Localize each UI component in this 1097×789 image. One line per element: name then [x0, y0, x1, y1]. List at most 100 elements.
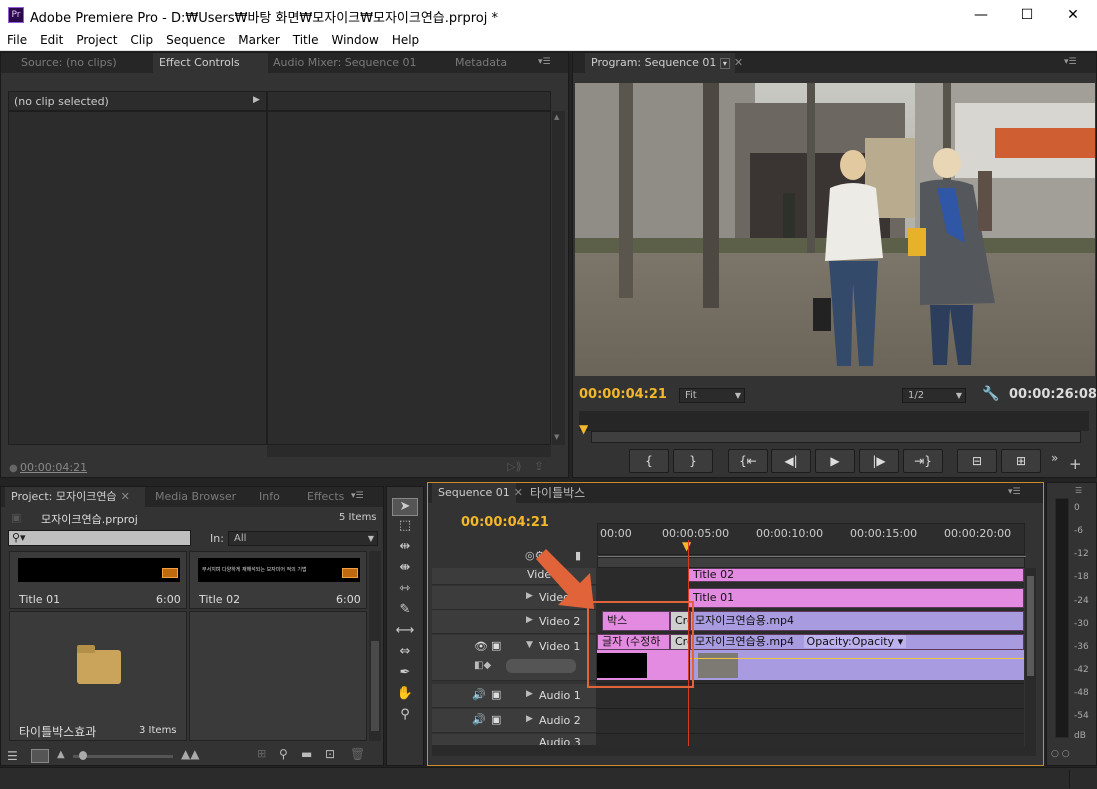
- speaker-icon[interactable]: 🔊: [472, 688, 486, 701]
- tab-program[interactable]: Program: Sequence 01 ▾ ✕: [585, 53, 743, 73]
- lift-button[interactable]: ⊟: [957, 449, 997, 473]
- tab-project[interactable]: Project: 모자이크연습 ✕: [5, 487, 145, 507]
- loop-audio-icon[interactable]: ▷⟫: [507, 460, 522, 473]
- new-bin-icon[interactable]: ▬: [301, 747, 312, 761]
- vertical-scrollbar[interactable]: ▲ ▼: [552, 111, 565, 445]
- timeline-ruler[interactable]: 00:00 00:00:05:00 00:00:10:00 00:00:15:0…: [597, 523, 1026, 557]
- play-button[interactable]: ▶: [815, 449, 855, 473]
- program-playhead-icon[interactable]: ▼: [579, 422, 588, 436]
- clip-title01[interactable]: Title 01: [688, 588, 1024, 608]
- tab-metadata[interactable]: Metadata: [449, 53, 513, 73]
- film-icon[interactable]: ▣: [491, 688, 501, 701]
- tab-effect-controls[interactable]: Effect Controls: [153, 53, 268, 73]
- display-style-icon[interactable]: ◧◆: [474, 660, 491, 671]
- more-controls-icon[interactable]: »: [1051, 451, 1058, 465]
- delete-icon[interactable]: 🗑: [350, 747, 365, 761]
- tab-sequence-01[interactable]: Sequence 01 ✕: [432, 483, 523, 503]
- automate-icon[interactable]: ⊞: [257, 747, 266, 760]
- timeline-timecode[interactable]: 00:00:04:21: [461, 515, 549, 530]
- track-video-1[interactable]: 👁 ▣ ▼ Video 1 ◧◆: [432, 635, 596, 681]
- program-time-ruler[interactable]: [579, 411, 1089, 431]
- horizontal-scrollbar[interactable]: [267, 445, 551, 457]
- timeline-vertical-scrollbar[interactable]: [1025, 568, 1036, 746]
- extract-button[interactable]: ⊞: [1001, 449, 1041, 473]
- export-icon[interactable]: ⇪: [534, 459, 544, 473]
- add-button-icon[interactable]: +: [1069, 455, 1082, 473]
- step-forward-button[interactable]: |▶: [859, 449, 899, 473]
- expand-arrow-icon[interactable]: ▶: [253, 95, 260, 105]
- slide-tool-icon[interactable]: ⇔: [392, 642, 418, 662]
- pen-tool-icon[interactable]: ✒: [392, 663, 418, 683]
- bin-item-title01[interactable]: Title 01 6:00: [9, 551, 187, 609]
- effect-timecode[interactable]: 00:00:04:21: [20, 461, 87, 474]
- slider-handle[interactable]: [79, 751, 87, 760]
- step-back-button[interactable]: ◀|: [771, 449, 811, 473]
- meter-menu-icon[interactable]: ☰: [1075, 486, 1082, 495]
- timeline-horizontal-scrollbar[interactable]: [432, 746, 1036, 756]
- rolling-edit-tool-icon[interactable]: ⇼: [392, 558, 418, 578]
- go-to-in-button[interactable]: {⇤: [728, 449, 768, 473]
- solo-buttons[interactable]: ○ ○: [1051, 749, 1070, 759]
- program-video-frame[interactable]: [575, 83, 1095, 376]
- in-filter-dropdown[interactable]: All ▼: [228, 531, 378, 546]
- program-current-timecode[interactable]: 00:00:04:21: [579, 387, 667, 402]
- menu-file[interactable]: File: [0, 30, 33, 51]
- track-audio-1[interactable]: 🔊 ▣ ▶ Audio 1: [432, 684, 596, 708]
- minimize-button[interactable]: —: [958, 0, 1004, 30]
- tab-audio-mixer[interactable]: Audio Mixer: Sequence 01: [267, 53, 423, 73]
- mark-in-button[interactable]: {: [629, 449, 669, 473]
- program-panel-menu-icon[interactable]: ▾☰: [1064, 57, 1077, 67]
- track-audio-2[interactable]: 🔊 ▣ ▶ Audio 2: [432, 709, 596, 733]
- menu-clip[interactable]: Clip: [123, 30, 159, 51]
- opacity-rubberband[interactable]: [690, 658, 1024, 659]
- ripple-edit-tool-icon[interactable]: ⇹: [392, 537, 418, 557]
- go-to-out-button[interactable]: ⇥}: [903, 449, 943, 473]
- menu-title[interactable]: Title: [286, 30, 325, 51]
- menu-sequence[interactable]: Sequence: [159, 30, 231, 51]
- project-scrollbar[interactable]: [369, 551, 381, 741]
- eye-icon[interactable]: 👁: [474, 640, 488, 653]
- menu-edit[interactable]: Edit: [33, 30, 69, 51]
- film-icon[interactable]: ▣: [491, 713, 501, 726]
- menu-help[interactable]: Help: [385, 30, 425, 51]
- program-zoom-bar[interactable]: [591, 431, 1081, 443]
- clip-mp4-v2[interactable]: 모자이크연습용.mp4: [690, 611, 1024, 631]
- bin-item-folder[interactable]: 타이틀박스효과 3 Items: [9, 611, 187, 741]
- rate-stretch-tool-icon[interactable]: ⇿: [392, 579, 418, 599]
- close-button[interactable]: ✕: [1050, 0, 1096, 30]
- new-item-icon[interactable]: ⊡: [325, 747, 335, 761]
- clip-mp4-v1[interactable]: 모자이크연습용.mp4 Opacity:Opacity ▾: [690, 634, 1024, 650]
- menu-marker[interactable]: Marker: [231, 30, 285, 51]
- slip-tool-icon[interactable]: ⟷: [392, 621, 418, 641]
- maximize-button[interactable]: ☐: [1004, 0, 1050, 30]
- opacity-dropdown[interactable]: Opacity:Opacity ▾: [803, 635, 907, 648]
- timeline-playhead-icon[interactable]: ▼: [682, 539, 691, 553]
- icon-view-icon[interactable]: [31, 749, 49, 763]
- wrench-icon[interactable]: 🔧: [982, 386, 999, 402]
- tab-source[interactable]: Source: (no clips): [15, 53, 123, 73]
- menu-project[interactable]: Project: [69, 30, 123, 51]
- panel-menu-icon[interactable]: ▾☰: [538, 57, 551, 67]
- speaker-icon[interactable]: 🔊: [472, 713, 486, 726]
- clip-title02[interactable]: Title 02: [688, 568, 1024, 582]
- razor-tool-icon[interactable]: ✎: [392, 600, 418, 620]
- track-audio-3[interactable]: Audio 3: [432, 734, 596, 746]
- film-icon[interactable]: ▣: [491, 639, 501, 652]
- thumbnail-size-slider[interactable]: [73, 755, 173, 758]
- fit-dropdown[interactable]: Fit ▼: [679, 388, 745, 403]
- timeline-zoom-bar[interactable]: [597, 557, 1025, 568]
- tab-media-browser[interactable]: Media Browser: [149, 487, 242, 507]
- tab-info[interactable]: Info: [253, 487, 286, 507]
- mark-out-button[interactable]: }: [673, 449, 713, 473]
- clip-selector[interactable]: (no clip selected) ▶: [8, 91, 267, 111]
- tab-title-box[interactable]: 타이틀박스: [524, 483, 591, 503]
- track-select-tool-icon[interactable]: ⬚: [392, 516, 418, 536]
- find-icon[interactable]: ⚲: [279, 747, 288, 761]
- keyframe-navigator[interactable]: [506, 659, 576, 673]
- project-panel-menu-icon[interactable]: ▾☰: [351, 491, 364, 501]
- zoom-tool-icon[interactable]: ⚲: [392, 705, 418, 725]
- tab-effects[interactable]: Effects: [301, 487, 350, 507]
- hand-tool-icon[interactable]: ✋: [392, 684, 418, 704]
- bin-item-title02[interactable]: 부서지며 다양하게 재해석되는 보자미어 적의 기법 Title 02 6:00: [189, 551, 367, 609]
- selection-tool-icon[interactable]: ➤: [392, 497, 418, 517]
